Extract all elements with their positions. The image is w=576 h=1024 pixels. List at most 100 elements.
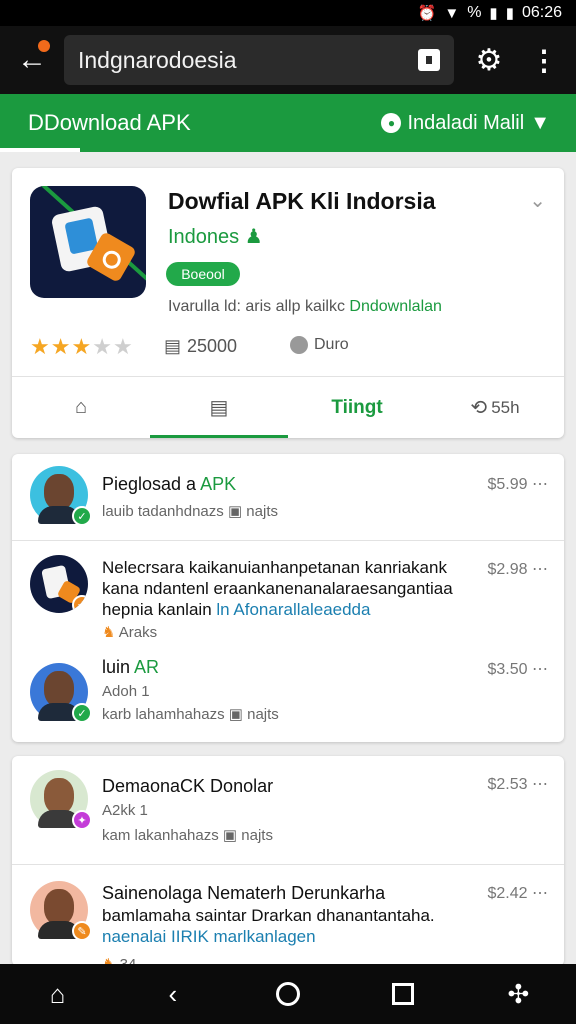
item-reaction-text: Araks [118,624,158,641]
app-description: Ivarulla ld: aris allp kailkc Dndownlala… [168,298,442,316]
item-meta-text: karb lahamhahazs [102,706,225,723]
image-icon: ▣ [227,503,243,520]
review-list-2: ✦ DemaonaCK Donolar A2kk 1 kam lakanhaha… [12,756,564,966]
app-card-tabs: ⌂ ▤ Tiingt ⟲ 55h [12,376,564,438]
item-description: Nelecrsara kaikanuianhanpetanan kanriaka… [102,557,472,620]
check-icon: ✓ [72,506,92,526]
square-icon [392,983,415,1005]
more-horizontal-icon[interactable]: ⋯ [532,661,548,678]
tab-download-apk-label: DDownload APK [28,110,191,135]
category-bar: DDownload APK ● Indaladi Malil ▼ [0,94,576,152]
item-price: $2.53 ⋯ [488,774,549,794]
more-options-button[interactable]: ⋮ [524,44,564,77]
badge-icon: ★ [72,595,88,613]
comment-count: 55h [491,397,520,417]
item-reaction: ♞ Araks [102,623,157,641]
comment-icon: ⟲ [470,397,488,419]
item-meta: lauib tadanhdnazs ▣ najts [102,502,278,520]
item-meta-text: lauib tadanhdnazs [102,503,224,520]
more-horizontal-icon[interactable]: ⋯ [532,476,548,493]
wifi-icon: ▼ [444,4,460,22]
app-detail-card: Dowfial APK Kli Indorsia ⌄ Indones ♟ Boe… [12,168,564,438]
item-description-link[interactable]: naenalai IIRIK marlkanlagen [102,927,316,946]
signal-icon: ▮ [489,5,498,22]
star-icon: ★ [30,334,51,359]
document-icon: ▤ [209,397,229,419]
recents-button[interactable] [373,969,433,1019]
accessibility-icon: ✣ [507,978,530,1009]
tab-home[interactable]: ⌂ [12,377,150,438]
item-price: $2.98 ⋯ [488,559,549,579]
clock-icon [290,336,308,354]
search-query: Indgnarodoesia [78,46,237,73]
item-description: bamlamaha saintar Drarkan dhanantantaha.… [102,905,482,947]
badge-icon: ✎ [72,921,92,941]
item-price: $2.42 ⋯ [488,883,549,903]
item-price: $3.50 ⋯ [488,659,549,679]
reaction-icon: ♞ [102,624,116,641]
tab-details[interactable]: ▤ [150,377,288,438]
item-description-link[interactable]: ln Afonarallaleaedda [216,600,370,619]
item-title: luin AR [102,657,159,678]
duration-value: Duro [314,336,349,353]
back-button[interactable]: ← [0,26,64,94]
tab-download-apk[interactable]: DDownload APK [0,94,191,152]
more-horizontal-icon[interactable]: ⋯ [532,561,548,578]
tab-reviews-label: Tiingt [331,396,383,418]
caret-down-icon: ▼ [530,111,550,134]
item-title-text: luin [102,657,131,677]
item-meta-suffix: najts [246,503,278,520]
item-title-highlight: AR [134,657,160,677]
back-nav-button[interactable]: ‹ [143,969,203,1019]
home-button[interactable]: ⌂ [28,969,88,1019]
list-item[interactable]: ★ Nelecrsara kaikanuianhanpetanan kanria… [12,541,564,649]
battery-percent: % [467,4,482,21]
more-vertical-icon: ⋮ [530,44,558,76]
item-meta: kam lakanhahazs ▣ najts [102,826,273,844]
home-circle-button[interactable] [258,969,318,1019]
duration-info: Duro [290,336,349,354]
chevron-down-icon[interactable]: ⌄ [529,188,546,213]
status-badge: Boeool [166,262,240,286]
list-item[interactable]: ✦ DemaonaCK Donolar A2kk 1 kam lakanhaha… [12,756,564,864]
person-icon: ♟ [244,226,263,248]
item-title: Sainenolaga Nematerh Derunkarha [102,883,386,903]
chat-bubble-icon: ● [381,113,402,133]
tab-comments[interactable]: ⟲ 55h [426,377,564,438]
item-price-value: $3.50 [487,661,528,678]
tab-reviews[interactable]: Tiingt [288,377,426,438]
status-bar: ⏰ ▼ % ▮ ▮ 06:26 [0,0,576,26]
description-link[interactable]: Dndownlalan [349,298,442,315]
app-thumbnail-icon: ★ [30,555,88,613]
tabs-icon[interactable] [418,49,440,71]
item-title: DemaonaCK Donolar [102,776,274,796]
item-meta-suffix: najts [247,706,279,723]
star-icon: ★ [92,334,113,359]
developer-link[interactable]: Indones ♟ [168,224,263,249]
description-text: Ivarulla ld: aris allp kailkc [168,298,345,315]
list-item[interactable]: ✓ Pieglosad a APK lauib tadanhdnazs ▣ na… [12,454,564,540]
app-icon[interactable] [30,186,146,298]
settings-button[interactable]: ⚙ [454,43,524,78]
item-price: $5.99 ⋯ [488,474,549,494]
search-input[interactable]: Indgnarodoesia [64,35,454,85]
check-icon: ✓ [72,703,92,723]
battery-icon: ▮ [505,5,514,22]
item-price-value: $2.98 [487,561,528,578]
more-horizontal-icon[interactable]: ⋯ [532,776,548,793]
item-meta: karb lahamhahazs ▣ najts [102,705,279,723]
accessibility-button[interactable]: ✣ [488,969,548,1019]
item-price-value: $5.99 [487,476,528,493]
item-meta-suffix: najts [241,827,273,844]
avatar: ✦ [30,770,92,830]
item-title: Pieglosad a APK [102,474,236,495]
more-horizontal-icon[interactable]: ⋯ [532,885,548,902]
list-item[interactable]: ✎ Sainenolaga Nematerh Derunkarha bamlam… [12,865,564,966]
image-icon: ▣ [222,827,238,844]
home-icon: ⌂ [49,978,66,1009]
back-chevron-icon: ‹ [168,978,178,1009]
alarm-icon: ⏰ [417,5,437,22]
circle-icon [275,982,300,1006]
list-item[interactable]: ✓ luin AR Adoh 1 karb lahamhahazs ▣ najt… [12,649,564,741]
language-dropdown[interactable]: ● Indaladi Malil ▼ [381,112,576,135]
